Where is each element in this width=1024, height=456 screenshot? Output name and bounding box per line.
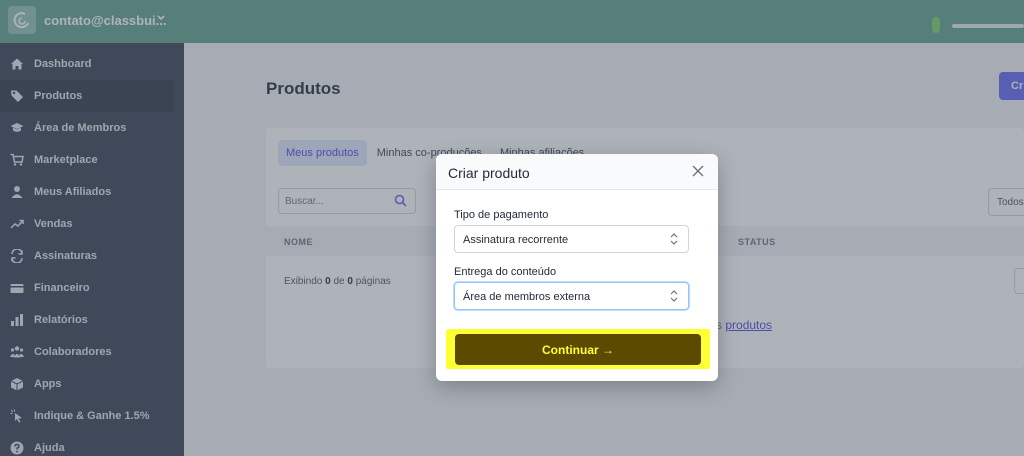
modal-header: Criar produto <box>436 154 718 190</box>
continue-button[interactable]: Continuar → <box>455 334 701 365</box>
modal-title: Criar produto <box>448 165 530 181</box>
close-button[interactable] <box>690 163 706 179</box>
select-chevron-icon <box>670 290 678 305</box>
payment-type-value: Assinatura recorrente <box>463 234 569 246</box>
close-icon <box>692 165 704 177</box>
content-delivery-label: Entrega do conteúdo <box>454 266 557 278</box>
select-chevron-icon <box>670 233 678 248</box>
content-delivery-select[interactable]: Área de membros externa <box>454 282 689 310</box>
payment-type-select[interactable]: Assinatura recorrente <box>454 225 689 253</box>
content-delivery-value: Área de membros externa <box>463 291 591 303</box>
payment-type-label: Tipo de pagamento <box>454 209 549 221</box>
